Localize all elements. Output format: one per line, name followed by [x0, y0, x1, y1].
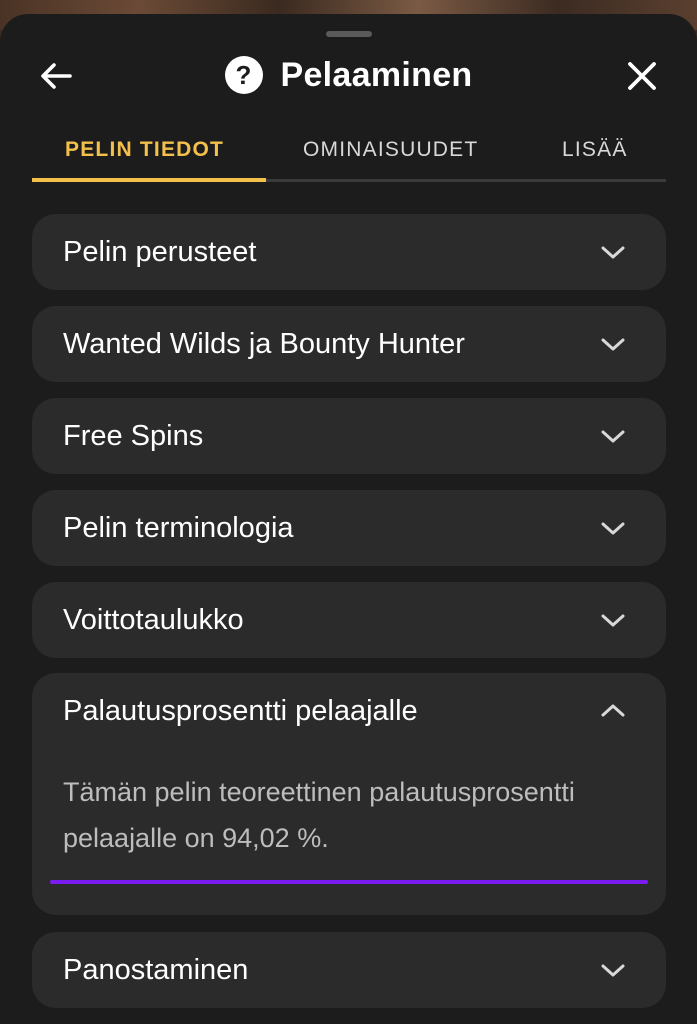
accordion-header[interactable]: Voittotaulukko — [32, 582, 666, 658]
chevron-down-icon — [601, 614, 625, 627]
chevron-down-icon — [601, 964, 625, 977]
help-sheet: ? Pelaaminen PELIN TIEDOT OMINAISUUDET L… — [0, 14, 697, 1024]
accordion-palautusprosentti: Palautusprosentti pelaajalle Tämän pelin… — [32, 673, 666, 915]
title-group: ? Pelaaminen — [0, 52, 697, 98]
accordion-label: Free Spins — [63, 420, 204, 452]
accordion-header[interactable]: Pelin terminologia — [32, 490, 666, 566]
accordion-header[interactable]: Free Spins — [32, 398, 666, 474]
sheet-header: ? Pelaaminen — [0, 52, 697, 98]
close-button[interactable] — [620, 56, 664, 96]
accordion-header[interactable]: Panostaminen — [32, 932, 666, 1008]
drag-handle[interactable] — [326, 31, 372, 37]
chevron-down-icon — [601, 338, 625, 351]
accordion-label: Pelin perusteet — [63, 236, 257, 268]
accordion-body-text: Tämän pelin teoreettinen palautusprosent… — [63, 777, 575, 853]
chevron-down-icon — [601, 246, 625, 259]
accordion-header[interactable]: Pelin perusteet — [32, 214, 666, 290]
highlight-underline — [50, 880, 648, 884]
accordion-label: Wanted Wilds ja Bounty Hunter — [63, 328, 465, 360]
help-icon-glyph: ? — [235, 59, 252, 90]
accordion-panostaminen: Panostaminen — [32, 932, 666, 1008]
tab-ominaisuudet[interactable]: OMINAISUUDET — [303, 138, 478, 162]
accordion-label: Pelin terminologia — [63, 512, 294, 544]
chevron-down-icon — [601, 430, 625, 443]
accordion-label: Panostaminen — [63, 954, 249, 986]
tab-pelin-tiedot[interactable]: PELIN TIEDOT — [65, 138, 224, 162]
accordion-pelin-perusteet: Pelin perusteet — [32, 214, 666, 290]
accordion-header[interactable]: Palautusprosentti pelaajalle — [32, 673, 666, 749]
close-icon — [628, 62, 656, 90]
tab-lisaa[interactable]: LISÄÄ — [562, 138, 628, 162]
page-title: Pelaaminen — [280, 55, 473, 94]
accordion-label: Voittotaulukko — [63, 604, 244, 636]
accordion-free-spins: Free Spins — [32, 398, 666, 474]
question-circle-icon: ? — [224, 56, 263, 94]
accordion-header[interactable]: Wanted Wilds ja Bounty Hunter — [32, 306, 666, 382]
accordion-label: Palautusprosentti pelaajalle — [63, 695, 418, 727]
accordion-pelin-terminologia: Pelin terminologia — [32, 490, 666, 566]
accordion-voittotaulukko: Voittotaulukko — [32, 582, 666, 658]
chevron-down-icon — [601, 522, 625, 535]
active-tab-indicator — [32, 178, 266, 182]
accordion-wanted-wilds: Wanted Wilds ja Bounty Hunter — [32, 306, 666, 382]
chevron-up-icon — [601, 704, 625, 717]
tab-bar: PELIN TIEDOT OMINAISUUDET LISÄÄ — [32, 126, 666, 182]
